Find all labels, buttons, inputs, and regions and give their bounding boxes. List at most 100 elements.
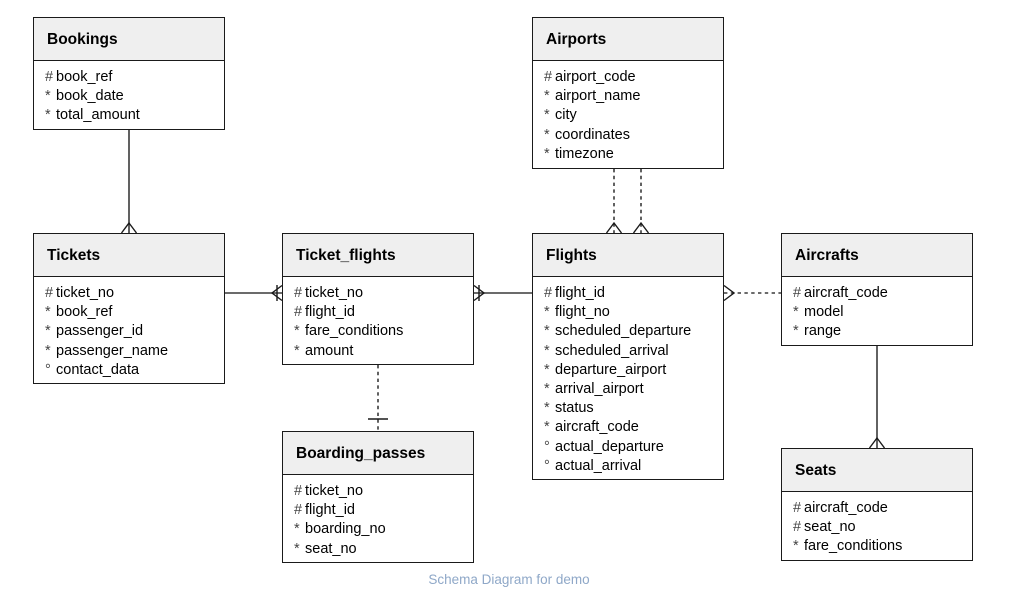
attribute-marker: * [544, 419, 550, 436]
attribute-marker: * [793, 323, 799, 340]
entity-attributes-tickets: # ticket_no * book_ref * passenger_id * pass… [34, 277, 224, 388]
attribute-marker: # [793, 285, 802, 301]
attribute-name: ticket_no [305, 483, 364, 499]
attribute-name: ticket_no [305, 285, 364, 301]
attribute-row: * seat_no [294, 540, 473, 559]
attribute-name: scheduled_arrival [555, 342, 669, 359]
entity-bookings[interactable]: Bookings # book_ref * book_date * total_amo… [33, 17, 225, 130]
attribute-marker: * [45, 107, 51, 124]
attribute-name: flight_id [305, 502, 355, 519]
attribute-row: # aircraft_code [793, 499, 972, 518]
attribute-marker: * [294, 521, 300, 538]
attribute-name: passenger_id [56, 323, 144, 340]
entity-title-airports: Airports [533, 18, 723, 61]
edge-bookings-tickets[interactable] [120, 130, 138, 234]
entity-flights[interactable]: Flights # flight_id * flight_no * scheduled… [532, 233, 724, 480]
attribute-row: * range [793, 322, 972, 341]
attribute-marker: * [294, 540, 300, 557]
attribute-marker: * [294, 342, 300, 359]
attribute-name: actual_arrival [555, 457, 642, 474]
entity-attributes-ticket-flights: # ticket_no # flight_id * fare_conditions *… [283, 277, 473, 369]
attribute-name: book_ref [56, 304, 113, 321]
entity-attributes-seats: # aircraft_code # seat_no * fare_conditions [782, 492, 972, 565]
entity-tickets[interactable]: Tickets # ticket_no * book_ref * passenger_… [33, 233, 225, 384]
attribute-row: # flight_id [294, 303, 473, 322]
attribute-name: ticket_no [56, 285, 115, 301]
attribute-row: * status [544, 399, 723, 418]
attribute-row: * fare_conditions [294, 322, 473, 341]
attribute-row: # seat_no [793, 518, 972, 537]
attribute-marker: * [544, 323, 550, 340]
attribute-marker: * [544, 381, 550, 398]
attribute-marker: ° [45, 361, 51, 378]
attribute-row: # ticket_no [294, 482, 473, 501]
attribute-row: * scheduled_arrival [544, 342, 723, 361]
attribute-marker: # [793, 500, 802, 516]
edge-ticket-flights-flights[interactable] [473, 284, 532, 302]
attribute-name: flight_no [555, 304, 610, 321]
attribute-marker: * [544, 400, 550, 417]
attribute-row: * total_amount [45, 106, 224, 125]
attribute-name: city [555, 107, 577, 124]
edge-airports-flights-departure[interactable] [605, 169, 623, 234]
attribute-name: aircraft_code [804, 500, 888, 516]
attribute-row: * boarding_no [294, 520, 473, 539]
attribute-marker: # [544, 285, 553, 301]
attribute-name: book_ref [56, 69, 113, 85]
attribute-row: * city [544, 106, 723, 125]
entity-title-tickets: Tickets [34, 234, 224, 277]
edge-tickets-ticket-flights[interactable] [225, 284, 283, 302]
entity-title-ticket-flights: Ticket_flights [283, 234, 473, 277]
attribute-name: coordinates [555, 126, 630, 143]
attribute-name: status [555, 400, 594, 417]
attribute-row: * passenger_name [45, 342, 224, 361]
entity-attributes-airports: # airport_code * airport_name * city * coord… [533, 61, 723, 172]
entity-boarding-passes[interactable]: Boarding_passes # ticket_no # flight_id * b… [282, 431, 474, 563]
attribute-marker: # [793, 519, 802, 536]
attribute-name: departure_airport [555, 361, 667, 378]
attribute-row: * arrival_airport [544, 380, 723, 399]
attribute-row: # aircraft_code [793, 284, 972, 303]
entity-aircrafts[interactable]: Aircrafts # aircraft_code * model * range [781, 233, 973, 346]
attribute-row: # flight_id [544, 284, 723, 303]
attribute-name: scheduled_departure [555, 323, 692, 340]
attribute-row: * departure_airport [544, 361, 723, 380]
attribute-name: aircraft_code [555, 419, 639, 436]
attribute-marker: # [294, 502, 303, 519]
entity-title-flights: Flights [533, 234, 723, 277]
attribute-name: arrival_airport [555, 381, 644, 398]
attribute-row: # flight_id [294, 501, 473, 520]
entity-title-boarding-passes: Boarding_passes [283, 432, 473, 475]
attribute-marker: * [45, 323, 51, 340]
attribute-name: aircraft_code [804, 285, 888, 301]
attribute-row: # ticket_no [294, 284, 473, 303]
attribute-row: * flight_no [544, 303, 723, 322]
entity-ticket-flights[interactable]: Ticket_flights # ticket_no # flight_id * fa… [282, 233, 474, 365]
attribute-row: ° contact_data [45, 361, 224, 380]
edge-ticket-flights-boarding-passes[interactable] [368, 365, 388, 431]
attribute-row: ° actual_arrival [544, 457, 723, 476]
edge-airports-flights-arrival[interactable] [632, 169, 650, 234]
entity-attributes-boarding-passes: # ticket_no # flight_id * boarding_no * seat… [283, 475, 473, 567]
schema-diagram-canvas: Bookings # book_ref * book_date * total_amo… [0, 0, 1018, 602]
attribute-row: * aircraft_code [544, 418, 723, 437]
attribute-marker: # [45, 285, 54, 301]
attribute-marker: * [45, 342, 51, 359]
attribute-marker: * [793, 304, 799, 321]
entity-attributes-bookings: # book_ref * book_date * total_amount [34, 61, 224, 134]
edge-flights-aircrafts[interactable] [723, 284, 781, 302]
attribute-row: * airport_name [544, 87, 723, 106]
attribute-marker: * [544, 145, 550, 162]
entity-title-aircrafts: Aircrafts [782, 234, 972, 277]
entity-airports[interactable]: Airports # airport_code * airport_name * ci… [532, 17, 724, 169]
entity-title-seats: Seats [782, 449, 972, 492]
attribute-row: * passenger_id [45, 322, 224, 341]
edge-aircrafts-seats[interactable] [868, 346, 886, 449]
attribute-name: seat_no [305, 540, 357, 557]
entity-seats[interactable]: Seats # aircraft_code # seat_no * fare_cond… [781, 448, 973, 561]
attribute-name: range [804, 323, 842, 340]
attribute-marker: * [544, 126, 550, 143]
attribute-name: airport_name [555, 88, 641, 105]
attribute-row: * timezone [544, 145, 723, 164]
attribute-marker: # [45, 69, 54, 85]
